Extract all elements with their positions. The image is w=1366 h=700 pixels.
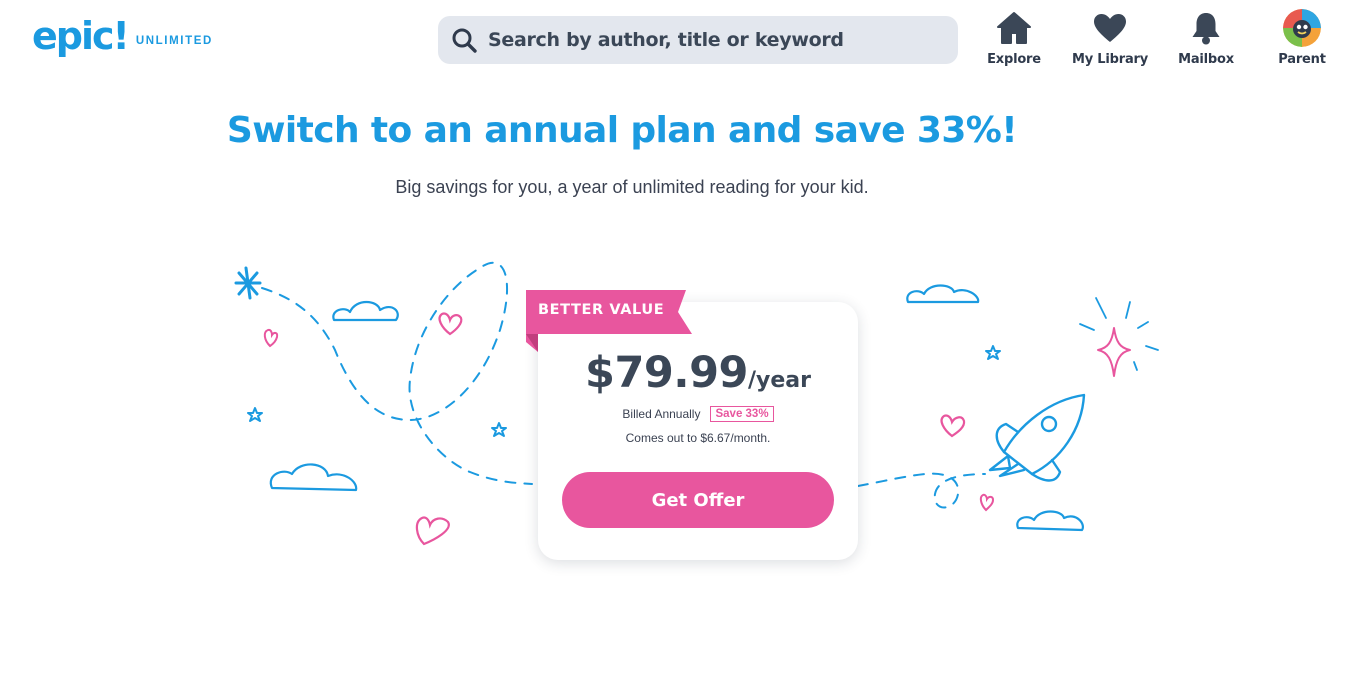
cloud-icon	[269, 463, 358, 492]
heart-doodle-icon	[415, 516, 450, 546]
billing-row: Billed Annually Save 33%	[538, 406, 858, 422]
heart-doodle-icon	[263, 328, 279, 348]
monthly-price-note: Comes out to $6.67/month.	[625, 431, 771, 445]
nav-my-library-label: My Library	[1071, 52, 1149, 67]
dashed-path-right	[857, 472, 986, 509]
billing-frequency: Billed Annually	[622, 407, 701, 421]
search-bar[interactable]: Search by author, title or keyword	[438, 16, 958, 64]
heart-icon	[1093, 8, 1127, 48]
star-icon	[247, 407, 263, 422]
price-period: /year	[747, 368, 811, 393]
nav-mailbox[interactable]: Mailbox	[1158, 8, 1254, 67]
nav-explore-label: Explore	[987, 52, 1041, 67]
cloud-icon	[332, 300, 399, 322]
nav-parent[interactable]: Parent	[1254, 8, 1350, 67]
rocket-icon	[988, 393, 1086, 482]
search-icon	[450, 26, 478, 54]
dashed-path-left	[261, 261, 533, 485]
star-icon	[985, 345, 1001, 360]
search-placeholder: Search by author, title or keyword	[488, 29, 844, 51]
sparkle-icon	[1097, 327, 1131, 377]
cloud-icon	[1016, 510, 1084, 532]
page-subtitle: Big savings for you, a year of unlimited…	[395, 177, 869, 197]
price-amount: $79.99	[585, 348, 748, 398]
avatar	[1283, 9, 1321, 47]
save-badge: Save 33%	[710, 406, 774, 422]
top-bar: epic! UNLIMITED Search by author, title …	[0, 0, 1366, 84]
nav-parent-label: Parent	[1278, 52, 1326, 67]
bell-icon	[1190, 8, 1222, 48]
house-icon	[996, 8, 1032, 48]
ribbon-banner	[526, 290, 692, 352]
logo-wordmark: epic!	[32, 14, 130, 58]
logo-unlimited-tag: UNLIMITED	[135, 35, 213, 47]
page-title: Switch to an annual plan and save 33%!	[226, 110, 1018, 151]
epic-unlimited-logo[interactable]: epic! UNLIMITED	[32, 16, 213, 56]
nav-my-library[interactable]: My Library	[1062, 8, 1158, 67]
get-offer-button[interactable]: Get Offer	[562, 472, 834, 528]
ribbon-label: BETTER VALUE	[538, 302, 665, 318]
heart-doodle-icon	[979, 493, 995, 512]
heart-doodle-icon	[438, 312, 463, 336]
star-icon	[491, 422, 507, 437]
cloud-icon	[906, 284, 980, 304]
price: $79.99/year	[538, 348, 858, 398]
heart-doodle-icon	[940, 414, 966, 438]
nav-mailbox-label: Mailbox	[1178, 52, 1234, 67]
asterisk-icon	[234, 266, 262, 300]
sparkle-rays	[1079, 297, 1159, 371]
nav-explore[interactable]: Explore	[966, 8, 1062, 67]
